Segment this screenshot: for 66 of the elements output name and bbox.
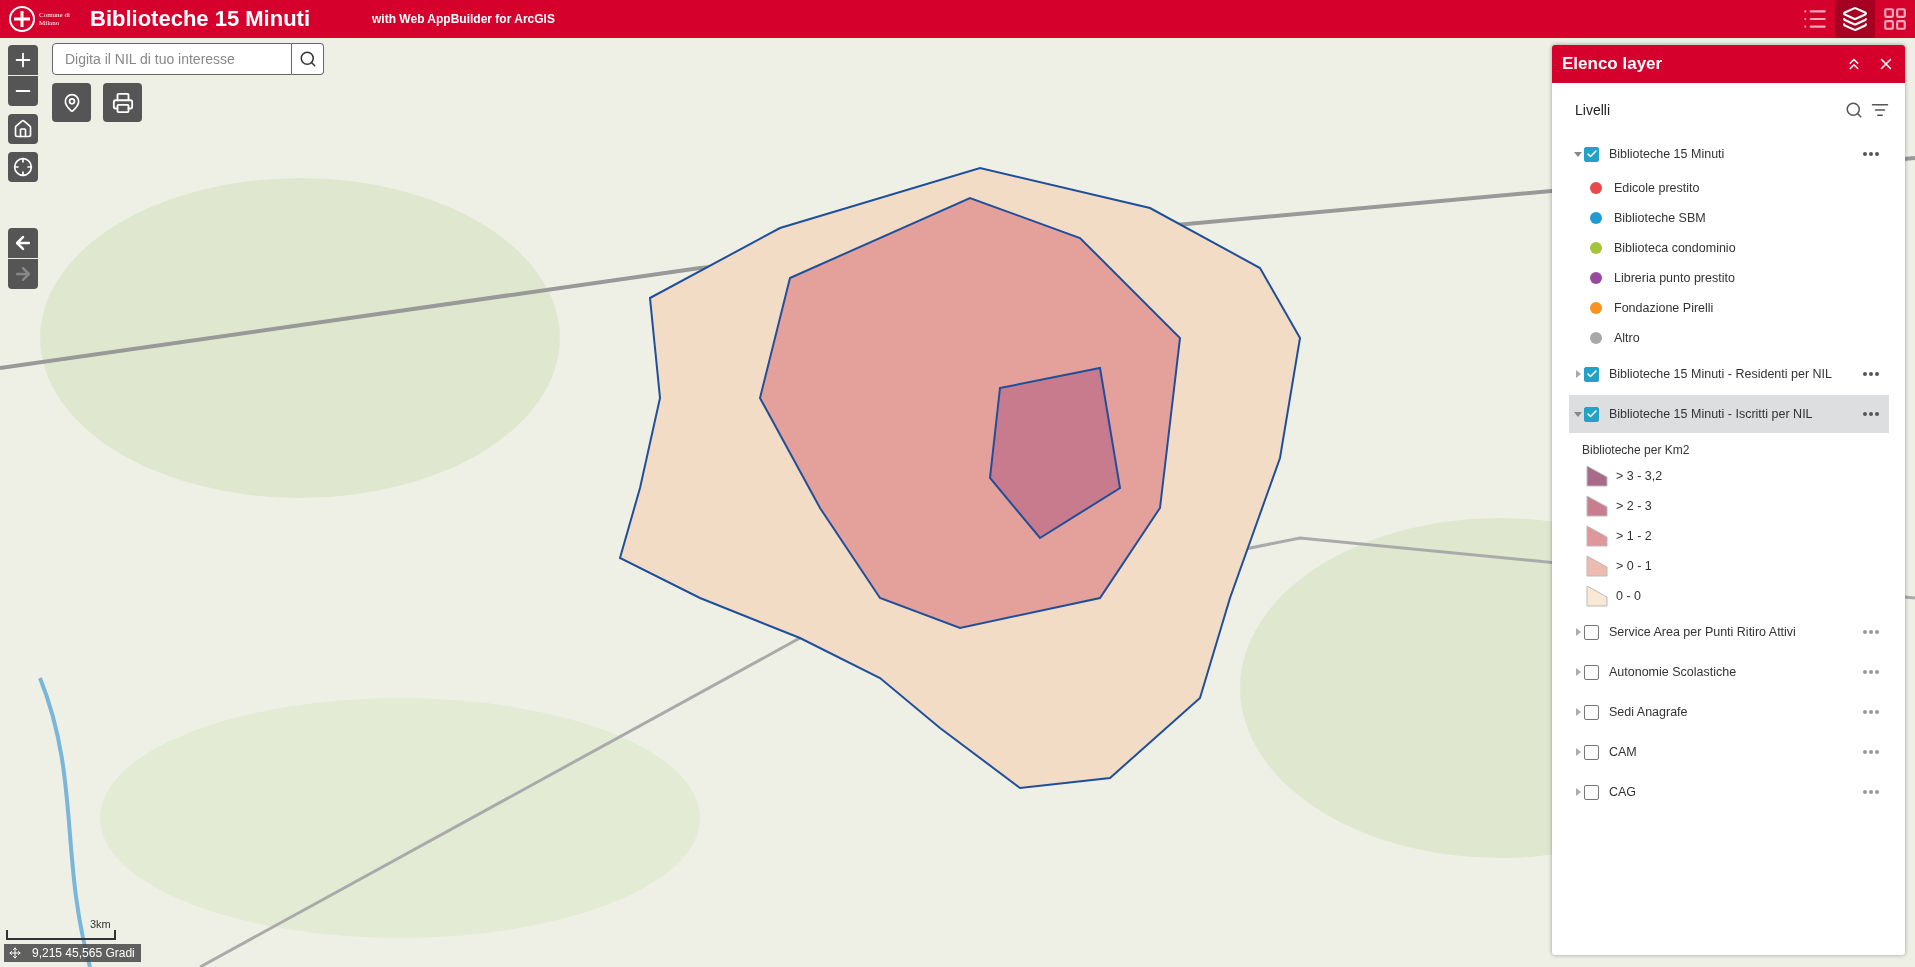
layer-name: Sedi Anagrafe: [1609, 705, 1688, 719]
section-title: Livelli: [1575, 102, 1610, 118]
app-title: Biblioteche 15 Minuti: [90, 6, 311, 32]
filter-icon[interactable]: [1871, 101, 1889, 119]
print-button[interactable]: [103, 83, 142, 122]
legend-label: > 3 - 3,2: [1616, 469, 1663, 483]
more-icon[interactable]: [1863, 152, 1879, 156]
layers-icon[interactable]: [1842, 6, 1868, 32]
layer-checkbox[interactable]: [1584, 784, 1599, 800]
legend-label: 0 - 0: [1616, 589, 1641, 603]
search-icon[interactable]: [298, 50, 317, 68]
layer-checkbox[interactable]: [1584, 406, 1599, 422]
caret-icon[interactable]: [1574, 628, 1582, 636]
location-chart-button[interactable]: [52, 83, 91, 122]
legend-label: Libreria punto prestito: [1614, 271, 1735, 285]
layer-name: CAM: [1609, 745, 1637, 759]
move-icon: [9, 947, 21, 959]
caret-icon[interactable]: [1574, 708, 1582, 716]
panel-title: Elenco layer: [1562, 54, 1663, 74]
search-field[interactable]: Digita il NIL di tuo interesse: [52, 43, 292, 75]
more-icon[interactable]: [1863, 412, 1879, 416]
coordinates-display: 9,215 45,565 Gradi: [4, 944, 141, 962]
layer-checkbox[interactable]: [1584, 664, 1599, 680]
layer-row[interactable]: Autonomie Scolastiche: [1569, 653, 1889, 691]
legend-label: Altro: [1614, 331, 1640, 345]
layer-name: Autonomie Scolastiche: [1609, 665, 1737, 679]
layer-row[interactable]: Service Area per Punti Ritiro Attivi: [1569, 613, 1889, 651]
layer-name: Biblioteche 15 Minuti: [1609, 147, 1725, 161]
legend-label: > 1 - 2: [1616, 529, 1652, 543]
caret-icon[interactable]: [1574, 788, 1582, 796]
caret-icon[interactable]: [1574, 668, 1582, 676]
layer-name: Biblioteche 15 Minuti - Iscritti per NIL: [1609, 407, 1813, 421]
caret-icon[interactable]: [1574, 748, 1582, 756]
layer-checkbox[interactable]: [1584, 366, 1599, 382]
grid-icon[interactable]: [1882, 6, 1908, 32]
legend-label: Edicole prestito: [1614, 181, 1700, 195]
search-button[interactable]: [292, 43, 324, 75]
more-icon[interactable]: [1863, 372, 1879, 376]
search-icon[interactable]: [1845, 101, 1863, 119]
layer-name: Biblioteche 15 Minuti - Residenti per NIL: [1609, 367, 1833, 381]
layer-name: CAG: [1609, 785, 1637, 799]
layer-row[interactable]: Biblioteche 15 Minuti: [1569, 135, 1889, 173]
legend-label: > 0 - 1: [1616, 559, 1652, 573]
caret-icon[interactable]: [1574, 370, 1582, 378]
legend-label: Biblioteche SBM: [1614, 211, 1706, 225]
layer-row[interactable]: Sedi Anagrafe: [1569, 693, 1889, 731]
layer-row[interactable]: Biblioteche 15 Minuti - Iscritti per NIL: [1569, 395, 1889, 433]
scale-label: 3km: [90, 918, 111, 930]
layer-checkbox[interactable]: [1584, 146, 1599, 162]
layer-row[interactable]: CAG: [1569, 773, 1889, 811]
layer-name: Service Area per Punti Ritiro Attivi: [1609, 625, 1796, 639]
layer-checkbox[interactable]: [1584, 744, 1599, 760]
layer-checkbox[interactable]: [1584, 624, 1599, 640]
layer-row[interactable]: CAM: [1569, 733, 1889, 771]
caret-icon[interactable]: [1574, 410, 1582, 418]
legend-title: Biblioteche per Km2: [1581, 442, 1691, 459]
printer-icon[interactable]: [111, 91, 134, 114]
layer-checkbox[interactable]: [1584, 704, 1599, 720]
legend-label: Fondazione Pirelli: [1614, 301, 1714, 315]
app-subtitle: with Web AppBuilder for ArcGIS: [372, 12, 555, 26]
legend-label: > 2 - 3: [1616, 499, 1652, 513]
legend-label: Biblioteca condominio: [1614, 241, 1736, 255]
layer-row[interactable]: Biblioteche 15 Minuti - Residenti per NIL: [1569, 355, 1889, 393]
crest-icon: [8, 5, 36, 33]
header-tool[interactable]: [1835, 0, 1875, 38]
caret-icon[interactable]: [1574, 150, 1582, 158]
